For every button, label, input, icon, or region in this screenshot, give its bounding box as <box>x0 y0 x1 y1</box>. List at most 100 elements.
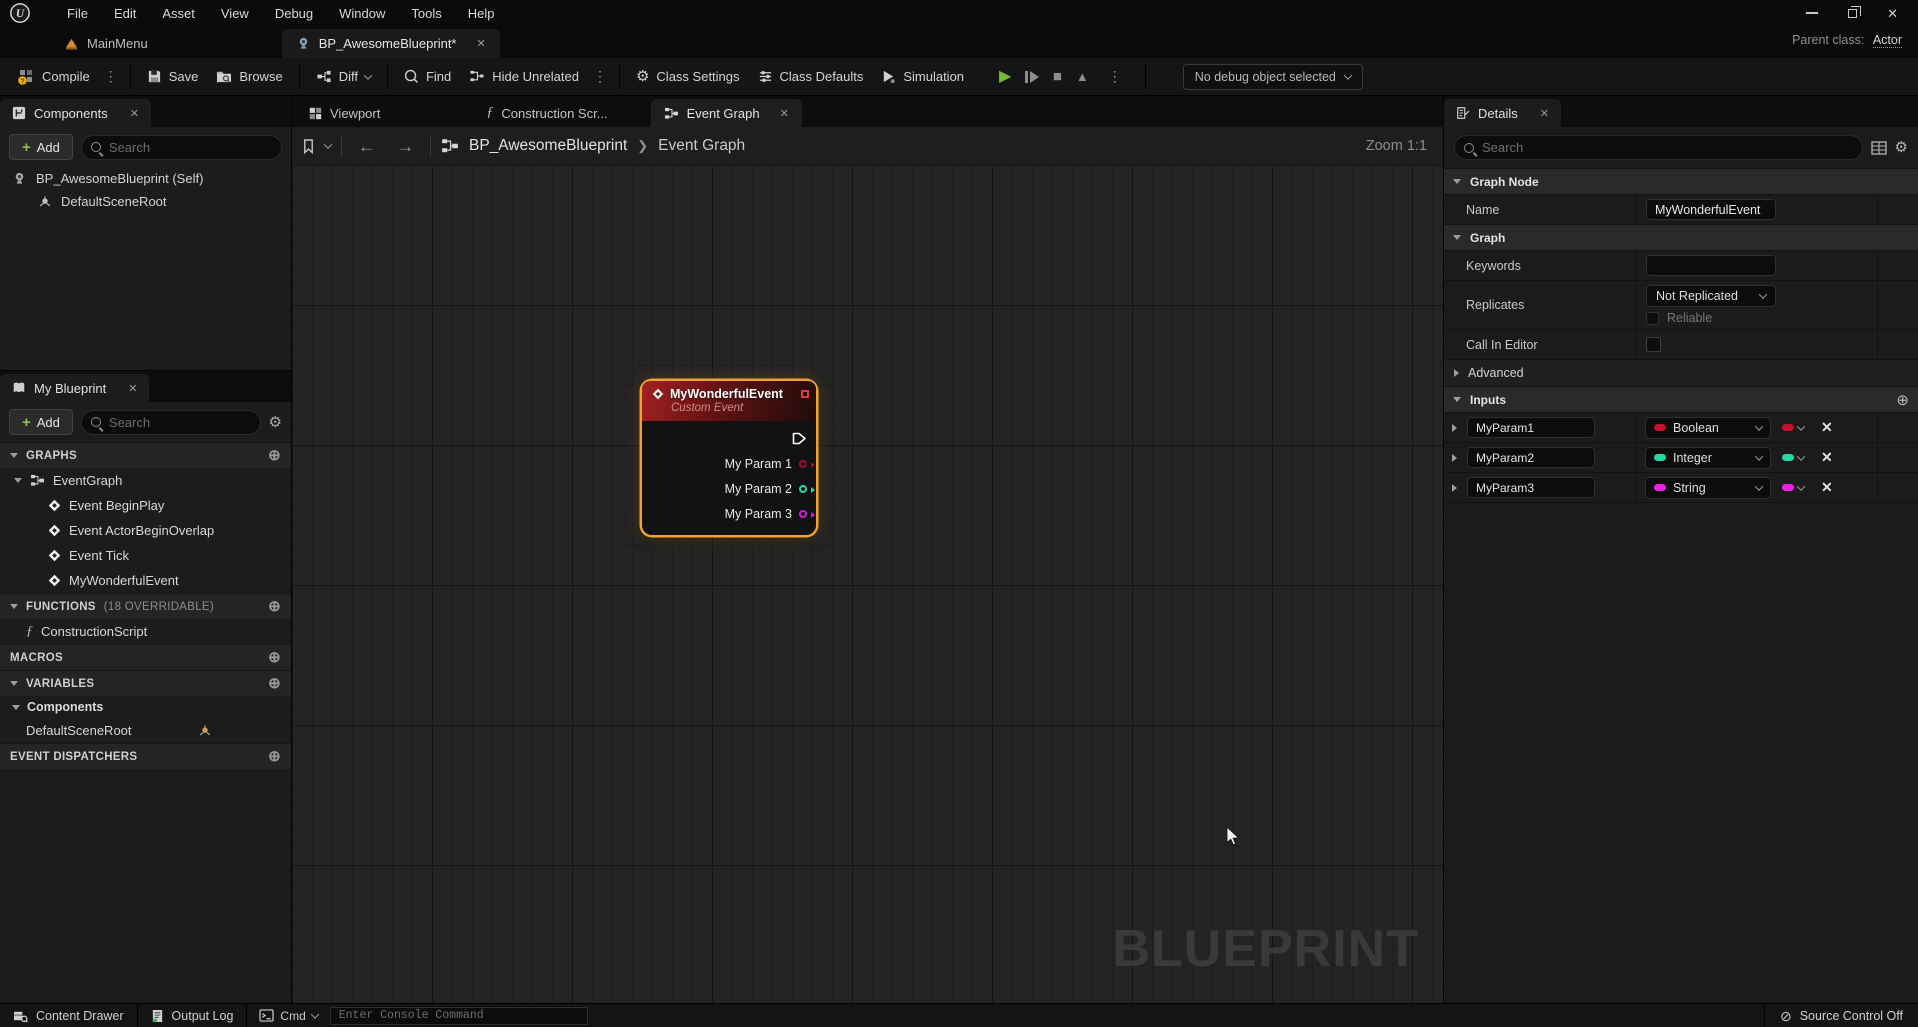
expand-triangle-icon[interactable] <box>1452 454 1457 462</box>
graph-node-category[interactable]: Graph Node <box>1444 168 1918 194</box>
stop-icon[interactable]: ■ <box>1053 69 1062 84</box>
construction-script-item[interactable]: ƒ ConstructionScript <box>0 619 291 644</box>
node-header[interactable]: MyWonderfulEvent Custom Event <box>642 381 816 421</box>
back-arrow-icon[interactable]: ← <box>352 138 381 155</box>
display-filter-icon[interactable] <box>1871 141 1887 155</box>
simulation-button[interactable]: Simulation <box>872 63 973 90</box>
event-dispatchers-section-header[interactable]: EVENT DISPATCHERS ⊕ <box>0 743 291 769</box>
my-wonderful-event-item[interactable]: MyWonderfulEvent <box>0 568 291 593</box>
tab-blueprint[interactable]: BP_AwesomeBlueprint* ✕ <box>282 29 500 58</box>
param2-container-type-dropdown[interactable] <box>1782 454 1804 461</box>
console-command-input[interactable] <box>330 1007 588 1025</box>
menu-help[interactable]: Help <box>455 1 508 26</box>
add-graph-icon[interactable]: ⊕ <box>268 448 281 463</box>
parent-class-value[interactable]: Actor <box>1873 33 1902 48</box>
tab-viewport[interactable]: Viewport <box>296 99 393 127</box>
add-macro-icon[interactable]: ⊕ <box>268 650 281 665</box>
tab-details[interactable]: Details ✕ <box>1444 99 1561 127</box>
variables-section-header[interactable]: VARIABLES ⊕ <box>0 670 291 696</box>
tab-event-graph[interactable]: Event Graph ✕ <box>651 99 802 127</box>
compile-button[interactable]: ? Compile <box>8 62 99 92</box>
components-search-input[interactable] <box>109 140 272 155</box>
variables-components-group[interactable]: Components <box>0 696 291 718</box>
browse-button[interactable]: Browse <box>207 63 291 90</box>
remove-param1-icon[interactable]: ✕ <box>1821 419 1833 436</box>
components-search[interactable] <box>81 135 282 160</box>
expand-triangle-icon[interactable] <box>1452 484 1457 492</box>
play-icon[interactable]: ▶ <box>999 69 1011 85</box>
param1-type-dropdown[interactable]: Boolean <box>1645 417 1771 439</box>
variables-default-scene-root-item[interactable]: DefaultSceneRoot <box>0 718 291 743</box>
class-settings-button[interactable]: ⚙ Class Settings <box>627 63 749 90</box>
add-variable-icon[interactable]: ⊕ <box>268 676 281 691</box>
param3-name-input[interactable] <box>1467 477 1595 498</box>
debug-object-dropdown[interactable]: No debug object selected <box>1183 64 1363 90</box>
close-event-graph-icon[interactable]: ✕ <box>780 107 789 120</box>
functions-section-header[interactable]: FUNCTIONS (18 OVERRIDABLE) ⊕ <box>0 593 291 619</box>
menu-debug[interactable]: Debug <box>262 1 326 26</box>
add-blueprint-item-button[interactable]: + Add <box>9 409 73 435</box>
cmd-selector[interactable]: Cmd <box>247 1004 329 1027</box>
diff-button[interactable]: Diff <box>307 63 380 90</box>
my-blueprint-search-input[interactable] <box>109 415 251 430</box>
graphs-section-header[interactable]: GRAPHS ⊕ <box>0 442 291 468</box>
macros-section-header[interactable]: MACROS ⊕ <box>0 644 291 670</box>
menu-window[interactable]: Window <box>326 1 398 26</box>
exec-pin-icon[interactable] <box>792 432 807 445</box>
bookmark-icon[interactable] <box>302 139 315 154</box>
event-graph-item[interactable]: EventGraph <box>0 468 291 493</box>
replicates-dropdown[interactable]: Not Replicated <box>1646 285 1776 307</box>
details-settings-gear-icon[interactable]: ⚙ <box>1895 140 1908 155</box>
forward-arrow-icon[interactable]: → <box>391 138 420 155</box>
minimize-icon[interactable] <box>1806 12 1818 14</box>
details-search-input[interactable] <box>1482 140 1853 155</box>
tab-mainmenu[interactable]: MainMenu <box>50 29 162 58</box>
find-button[interactable]: Find <box>395 63 460 90</box>
event-actor-begin-overlap-item[interactable]: Event ActorBeginOverlap <box>0 518 291 543</box>
play-options-kebab-icon[interactable]: ⋮ <box>1103 64 1127 89</box>
restore-icon[interactable] <box>1848 9 1857 18</box>
my-blueprint-search[interactable] <box>81 410 261 435</box>
source-control-button[interactable]: ⊘ Source Control Off <box>1764 1004 1918 1027</box>
class-defaults-button[interactable]: Class Defaults <box>749 63 873 90</box>
frame-skip-icon[interactable] <box>1025 71 1039 83</box>
menu-view[interactable]: View <box>208 1 262 26</box>
keywords-input[interactable] <box>1646 255 1776 276</box>
add-input-icon[interactable]: ⊕ <box>1896 391 1909 409</box>
component-tree-root[interactable]: BP_AwesomeBlueprint (Self) <box>0 167 291 190</box>
param1-container-type-dropdown[interactable] <box>1782 424 1804 431</box>
string-pin-icon[interactable] <box>799 510 807 518</box>
bookmark-chevron-icon[interactable] <box>324 140 332 148</box>
param2-name-input[interactable] <box>1467 447 1595 468</box>
advanced-category[interactable]: Advanced <box>1444 359 1918 386</box>
menu-tools[interactable]: Tools <box>398 1 454 26</box>
add-function-icon[interactable]: ⊕ <box>268 599 281 614</box>
param2-type-dropdown[interactable]: Integer <box>1645 447 1771 469</box>
call-in-editor-checkbox[interactable] <box>1646 337 1661 352</box>
component-tree-child[interactable]: DefaultSceneRoot <box>0 190 291 213</box>
menu-edit[interactable]: Edit <box>101 1 149 26</box>
reliable-checkbox[interactable] <box>1646 312 1659 325</box>
eject-icon[interactable]: ▲ <box>1076 70 1089 83</box>
hide-unrelated-kebab-icon[interactable]: ⋮ <box>588 64 612 89</box>
details-search[interactable] <box>1454 135 1863 160</box>
param3-container-type-dropdown[interactable] <box>1782 484 1804 491</box>
close-tab-icon[interactable]: ✕ <box>477 37 486 50</box>
add-component-button[interactable]: + Add <box>9 134 73 160</box>
event-tick-item[interactable]: Event Tick <box>0 543 291 568</box>
name-input[interactable] <box>1646 199 1776 220</box>
remove-param3-icon[interactable]: ✕ <box>1821 479 1833 496</box>
close-details-icon[interactable]: ✕ <box>1540 107 1549 120</box>
close-components-icon[interactable]: ✕ <box>130 107 139 120</box>
hide-unrelated-button[interactable]: Hide Unrelated <box>460 63 588 90</box>
tab-components[interactable]: Components ✕ <box>0 99 151 127</box>
custom-event-node[interactable]: MyWonderfulEvent Custom Event My Param 1… <box>642 381 816 535</box>
graph-category[interactable]: Graph <box>1444 224 1918 250</box>
output-log-button[interactable]: Output Log <box>138 1004 248 1027</box>
menu-file[interactable]: File <box>54 1 101 26</box>
compile-options-kebab-icon[interactable]: ⋮ <box>99 64 123 89</box>
tab-my-blueprint[interactable]: My Blueprint ✕ <box>0 374 149 402</box>
remove-param2-icon[interactable]: ✕ <box>1821 449 1833 466</box>
integer-pin-icon[interactable] <box>799 485 807 493</box>
tab-construction-script[interactable]: ƒ Construction Scr... <box>473 99 620 127</box>
